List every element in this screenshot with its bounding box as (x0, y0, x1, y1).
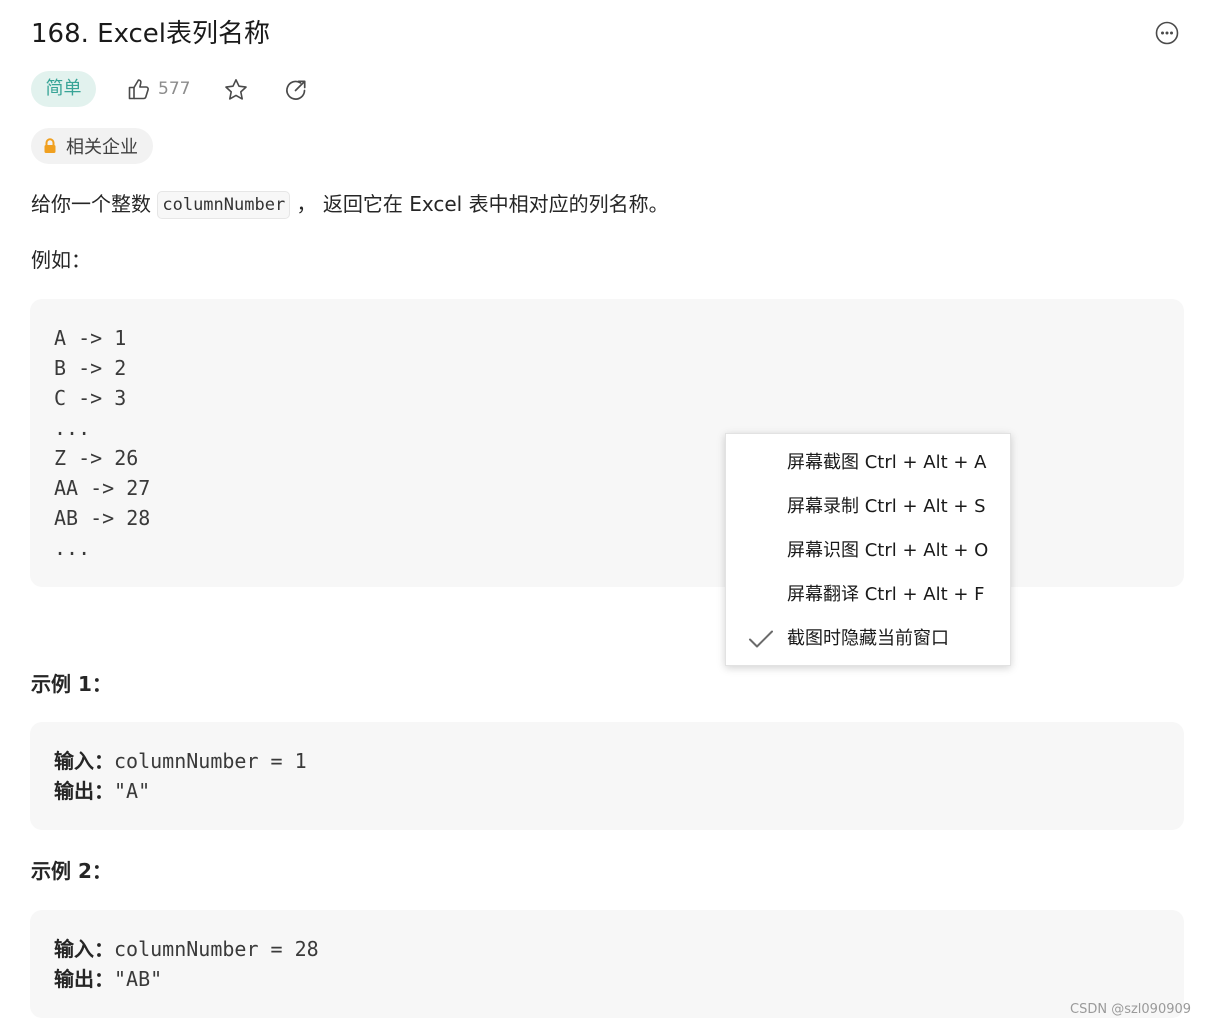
like-count: 577 (158, 79, 191, 99)
menu-item-label: 屏幕截图 Ctrl + Alt + A (787, 452, 987, 473)
example-output-line: 输出："A" (54, 776, 1184, 806)
inline-code-columnNumber: columnNumber (157, 191, 291, 219)
example-1-block: 输入：columnNumber = 1 输出："A" (30, 722, 1184, 830)
checkmark-icon (749, 630, 773, 648)
like-button[interactable]: 577 (126, 75, 190, 103)
menu-item-label: 截图时隐藏当前窗口 (787, 628, 949, 649)
related-companies-tag[interactable]: 相关企业 (31, 128, 153, 164)
menu-item-screen-record[interactable]: 屏幕录制 Ctrl + Alt + S (726, 485, 1010, 529)
more-options-button[interactable] (1154, 20, 1180, 46)
output-label: 输出： (54, 967, 114, 991)
output-value: "AB" (114, 967, 163, 991)
problem-description: 给你一个整数 columnNumber ， 返回它在 Excel 表中相对应的列… (31, 187, 669, 221)
example-output-line: 输出："AB" (54, 964, 1184, 994)
favorite-button[interactable] (223, 77, 249, 103)
thumbs-up-icon (128, 79, 149, 100)
share-button[interactable] (283, 77, 309, 103)
output-value: "A" (114, 779, 151, 803)
code-line: AA -> 27 (54, 476, 151, 500)
code-line: B -> 2 (54, 356, 127, 380)
example-input-line: 输入：columnNumber = 1 (54, 746, 1184, 776)
menu-item-label: 屏幕识图 Ctrl + Alt + O (787, 540, 989, 561)
star-icon (225, 79, 247, 100)
output-label: 输出： (54, 779, 114, 803)
example-2-block: 输入：columnNumber = 28 输出："AB" (30, 910, 1184, 1018)
menu-item-hide-window[interactable]: 截图时隐藏当前窗口 (726, 617, 1010, 661)
example-1-heading: 示例 1： (31, 672, 112, 696)
input-label: 输入： (54, 937, 114, 961)
input-label: 输入： (54, 749, 114, 773)
input-value: columnNumber = 28 (114, 937, 319, 961)
menu-item-screen-recognize[interactable]: 屏幕识图 Ctrl + Alt + O (726, 529, 1010, 573)
code-line: Z -> 26 (54, 446, 139, 470)
example-input-line: 输入：columnNumber = 28 (54, 934, 1184, 964)
menu-item-label: 屏幕录制 Ctrl + Alt + S (787, 496, 986, 517)
menu-item-screen-translate[interactable]: 屏幕翻译 Ctrl + Alt + F (726, 573, 1010, 617)
code-line: AB -> 28 (54, 506, 151, 530)
share-icon (286, 80, 306, 100)
csdn-watermark: CSDN @szl090909 (1070, 1002, 1192, 1017)
description-prefix: 给你一个整数 (31, 192, 158, 216)
related-companies-label: 相关企业 (66, 137, 138, 158)
code-line: ... (54, 536, 91, 560)
lock-icon (44, 138, 56, 153)
more-icon (1155, 21, 1179, 45)
menu-item-label: 屏幕翻译 Ctrl + Alt + F (787, 584, 985, 605)
code-line: ... (54, 416, 91, 440)
code-line: A -> 1 (54, 326, 127, 350)
code-line: C -> 3 (54, 386, 127, 410)
menu-item-screenshot[interactable]: 屏幕截图 Ctrl + Alt + A (726, 441, 1010, 485)
problem-title: 168. Excel表列名称 (31, 19, 271, 49)
description-suffix: ， 返回它在 Excel 表中相对应的列名称。 (290, 192, 669, 216)
input-value: columnNumber = 1 (114, 749, 307, 773)
screenshot-context-menu: 屏幕截图 Ctrl + Alt + A 屏幕录制 Ctrl + Alt + S … (725, 433, 1011, 666)
example-2-heading: 示例 2： (31, 859, 112, 883)
for-example-label: 例如： (31, 248, 91, 272)
difficulty-badge: 简单 (31, 71, 96, 107)
